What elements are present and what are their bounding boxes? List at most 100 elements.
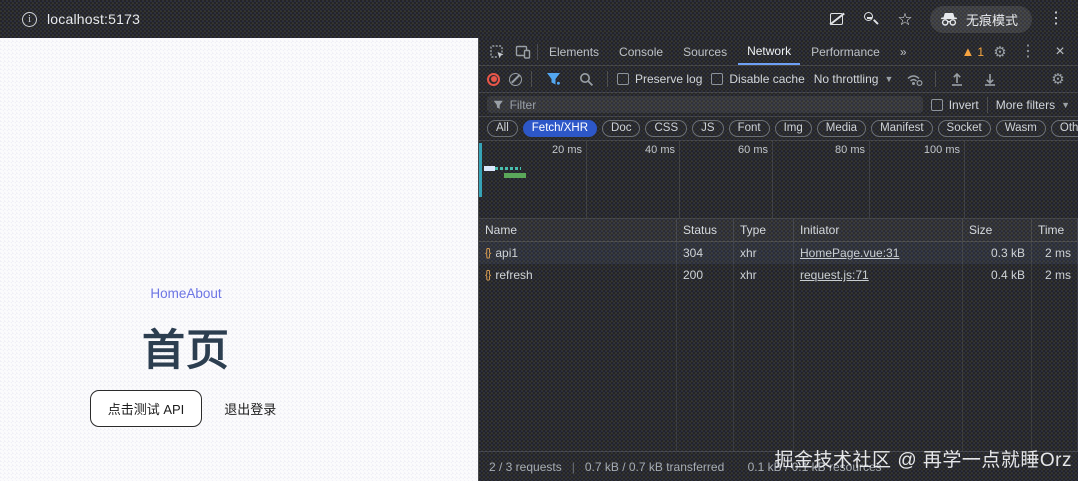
settings-gear-icon[interactable]: ⚙ (988, 40, 1012, 64)
filter-chip-media[interactable]: Media (817, 120, 866, 137)
request-type-filters: All Fetch/XHR Doc CSS JS Font Img Media … (479, 117, 1078, 141)
page-title: 首页 (0, 316, 372, 378)
export-har-icon[interactable] (978, 67, 1002, 91)
issues-warning-badge[interactable]: ▲1 (961, 44, 984, 59)
tab-console[interactable]: Console (610, 39, 672, 65)
column-header-size[interactable]: Size (963, 219, 1032, 241)
ruler-gridline (679, 141, 680, 218)
request-type: xhr (734, 264, 794, 286)
ruler-tick: 80 ms (805, 144, 865, 156)
waterfall-bar (504, 173, 526, 178)
tab-performance[interactable]: Performance (802, 39, 889, 65)
column-header-initiator[interactable]: Initiator (794, 219, 963, 241)
ruler-gridline (869, 141, 870, 218)
network-settings-gear-icon[interactable]: ⚙ (1046, 67, 1070, 91)
filter-chip-fetch-xhr[interactable]: Fetch/XHR (523, 120, 597, 137)
test-api-button[interactable]: 点击测试 API (90, 390, 203, 427)
request-status: 200 (677, 264, 734, 286)
filter-chip-font[interactable]: Font (729, 120, 770, 137)
nav-link-about[interactable]: About (186, 286, 221, 301)
close-devtools-icon[interactable]: × (1048, 40, 1072, 64)
filter-chip-doc[interactable]: Doc (602, 120, 640, 137)
column-header-type[interactable]: Type (734, 219, 794, 241)
more-tabs-icon[interactable]: » (891, 39, 916, 65)
ruler-tick: 100 ms (900, 144, 960, 156)
initiator-link[interactable]: HomePage.vue:31 (800, 246, 899, 260)
clear-network-log-icon[interactable] (509, 73, 522, 86)
filter-chip-manifest[interactable]: Manifest (871, 120, 932, 137)
invert-checkbox[interactable]: Invert (931, 98, 979, 112)
xhr-braces-icon: {} (485, 247, 490, 259)
request-row[interactable]: {}refresh 200 xhr request.js:71 0.4 kB 2… (479, 264, 1078, 286)
request-time: 2 ms (1032, 264, 1078, 286)
column-header-status[interactable]: Status (677, 219, 734, 241)
tab-network[interactable]: Network (738, 39, 800, 65)
requests-table-header: Name Status Type Initiator Size Time (479, 219, 1078, 242)
filter-funnel-small-icon (493, 100, 504, 110)
filter-chip-other[interactable]: Other (1051, 120, 1078, 137)
filter-chip-css[interactable]: CSS (645, 120, 687, 137)
disable-cache-checkbox[interactable]: Disable cache (711, 72, 804, 86)
summary-requests: 2 / 3 requests (489, 460, 562, 474)
checkbox-icon (617, 73, 629, 85)
devtools-panel: Elements Console Sources Network Perform… (478, 38, 1078, 481)
content-blocked-icon[interactable] (828, 10, 846, 28)
ruler-gridline (586, 141, 587, 218)
filter-funnel-icon[interactable] (541, 67, 565, 91)
more-filters-dropdown[interactable]: More filters ▼ (996, 98, 1070, 112)
column-header-time[interactable]: Time (1032, 219, 1078, 241)
ruler-gridline (964, 141, 965, 218)
warning-icon: ▲ (961, 44, 974, 59)
incognito-icon (940, 12, 958, 26)
filter-chip-js[interactable]: JS (692, 120, 723, 137)
filter-input[interactable] (510, 98, 917, 112)
filter-chip-wasm[interactable]: Wasm (996, 120, 1046, 137)
request-size: 0.3 kB (963, 242, 1032, 264)
page-info-icon[interactable]: i (22, 12, 37, 27)
address-url[interactable]: localhost:5173 (47, 11, 140, 27)
browser-menu-icon[interactable]: ⋮ (1048, 11, 1064, 27)
page-nav: HomeAbout (0, 286, 372, 301)
web-page: HomeAbout 首页 点击测试 API 退出登录 (0, 38, 478, 481)
incognito-label: 无痕模式 (966, 10, 1018, 29)
initiator-link[interactable]: request.js:71 (800, 268, 869, 282)
bookmark-star-icon[interactable]: ☆ (896, 10, 914, 28)
request-name: refresh (495, 268, 532, 282)
warning-count: 1 (977, 45, 984, 59)
devtools-menu-icon[interactable]: ⋮ (1016, 40, 1040, 64)
incognito-badge: 无痕模式 (930, 6, 1032, 33)
filter-chip-socket[interactable]: Socket (938, 120, 991, 137)
request-time: 2 ms (1032, 242, 1078, 264)
nav-link-home[interactable]: Home (150, 286, 186, 301)
filter-input-wrap (487, 96, 923, 113)
import-har-icon[interactable] (945, 67, 969, 91)
checkbox-icon (931, 99, 943, 111)
overview-selection-edge (479, 143, 482, 197)
ruler-tick: 40 ms (615, 144, 675, 156)
requests-table-empty-area (479, 286, 1078, 451)
network-toolbar: Preserve log Disable cache No throttling… (479, 66, 1078, 93)
waterfall-bar (484, 166, 495, 171)
waterfall-bar (495, 167, 521, 170)
inspect-element-icon[interactable] (485, 40, 509, 64)
network-conditions-icon[interactable] (902, 67, 926, 91)
ruler-tick: 60 ms (708, 144, 768, 156)
preserve-log-checkbox[interactable]: Preserve log (617, 72, 702, 86)
checkbox-icon (711, 73, 723, 85)
filter-chip-all[interactable]: All (487, 120, 518, 137)
device-toolbar-icon[interactable] (511, 40, 535, 64)
zoom-icon[interactable] (862, 10, 880, 28)
network-overview[interactable]: 20 ms 40 ms 60 ms 80 ms 100 ms (479, 141, 1078, 219)
tab-elements[interactable]: Elements (540, 39, 608, 65)
request-row[interactable]: {}api1 304 xhr HomePage.vue:31 0.3 kB 2 … (479, 242, 1078, 264)
logout-button[interactable]: 退出登录 (218, 391, 282, 426)
devtools-tab-bar: Elements Console Sources Network Perform… (479, 38, 1078, 66)
xhr-braces-icon: {} (485, 269, 490, 281)
column-header-name[interactable]: Name (479, 219, 677, 241)
search-icon[interactable] (574, 67, 598, 91)
filter-chip-img[interactable]: Img (775, 120, 812, 137)
record-network-log-icon[interactable] (487, 73, 500, 86)
chevron-down-icon: ▼ (1061, 100, 1070, 110)
throttling-select[interactable]: No throttling ▼ (814, 72, 894, 86)
tab-sources[interactable]: Sources (674, 39, 736, 65)
